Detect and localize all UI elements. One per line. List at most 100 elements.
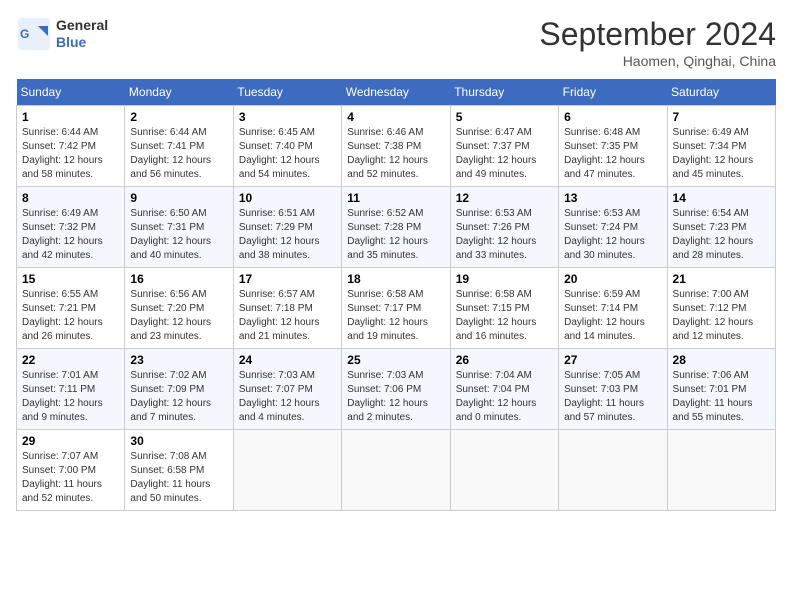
day-info: Sunrise: 7:07 AM Sunset: 7:00 PM Dayligh…: [22, 450, 119, 506]
table-row: 29 Sunrise: 7:07 AM Sunset: 7:00 PM Dayli…: [17, 430, 125, 511]
table-row: [342, 430, 450, 511]
day-number: 23: [130, 353, 227, 367]
table-row: 27 Sunrise: 7:05 AM Sunset: 7:03 PM Dayli…: [559, 349, 667, 430]
table-row: 7 Sunrise: 6:49 AM Sunset: 7:34 PM Daylig…: [667, 106, 775, 187]
table-row: 11Sunrise: 6:52 AM Sunset: 7:28 PM Dayli…: [342, 187, 450, 268]
title-block: September 2024 Haomen, Qinghai, China: [539, 16, 776, 69]
logo-text: General Blue: [56, 17, 108, 51]
day-info: Sunrise: 6:44 AM Sunset: 7:42 PM Dayligh…: [22, 126, 119, 182]
day-info: Sunrise: 6:47 AM Sunset: 7:37 PM Dayligh…: [456, 126, 553, 182]
day-info: Sunrise: 6:50 AM Sunset: 7:31 PM Dayligh…: [130, 207, 227, 263]
day-number: 10: [239, 191, 336, 205]
table-row: 4 Sunrise: 6:46 AM Sunset: 7:38 PM Daylig…: [342, 106, 450, 187]
calendar-row: 22 Sunrise: 7:01 AM Sunset: 7:11 PM Dayli…: [17, 349, 776, 430]
table-row: 10 Sunrise: 6:51 AM Sunset: 7:29 PM Dayli…: [233, 187, 341, 268]
day-info: Sunrise: 6:49 AM Sunset: 7:32 PM Dayligh…: [22, 207, 119, 263]
day-number: 26: [456, 353, 553, 367]
day-info: Sunrise: 6:46 AM Sunset: 7:38 PM Dayligh…: [347, 126, 444, 182]
day-number: 21: [673, 272, 770, 286]
col-sunday: Sunday: [17, 79, 125, 106]
day-number: 20: [564, 272, 661, 286]
day-number: 6: [564, 110, 661, 124]
table-row: 23 Sunrise: 7:02 AM Sunset: 7:09 PM Dayli…: [125, 349, 233, 430]
day-info: Sunrise: 7:04 AM Sunset: 7:04 PM Dayligh…: [456, 369, 553, 425]
day-info: Sunrise: 6:51 AM Sunset: 7:29 PM Dayligh…: [239, 207, 336, 263]
day-number: 29: [22, 434, 119, 448]
table-row: 6 Sunrise: 6:48 AM Sunset: 7:35 PM Daylig…: [559, 106, 667, 187]
day-number: 17: [239, 272, 336, 286]
day-info: Sunrise: 7:05 AM Sunset: 7:03 PM Dayligh…: [564, 369, 661, 425]
day-info: Sunrise: 7:06 AM Sunset: 7:01 PM Dayligh…: [673, 369, 770, 425]
table-row: 16 Sunrise: 6:56 AM Sunset: 7:20 PM Dayli…: [125, 268, 233, 349]
calendar-row: 8 Sunrise: 6:49 AM Sunset: 7:32 PM Daylig…: [17, 187, 776, 268]
table-row: 28 Sunrise: 7:06 AM Sunset: 7:01 PM Dayli…: [667, 349, 775, 430]
calendar-row: 29 Sunrise: 7:07 AM Sunset: 7:00 PM Dayli…: [17, 430, 776, 511]
table-row: 22 Sunrise: 7:01 AM Sunset: 7:11 PM Dayli…: [17, 349, 125, 430]
table-row: 8 Sunrise: 6:49 AM Sunset: 7:32 PM Daylig…: [17, 187, 125, 268]
table-row: 20Sunrise: 6:59 AM Sunset: 7:14 PM Dayli…: [559, 268, 667, 349]
col-tuesday: Tuesday: [233, 79, 341, 106]
page-header: G General Blue September 2024 Haomen, Qi…: [16, 16, 776, 69]
table-row: 2Sunrise: 6:44 AM Sunset: 7:41 PM Daylig…: [125, 106, 233, 187]
table-row: 1 Sunrise: 6:44 AM Sunset: 7:42 PM Daylig…: [17, 106, 125, 187]
day-number: 7: [673, 110, 770, 124]
day-info: Sunrise: 6:55 AM Sunset: 7:21 PM Dayligh…: [22, 288, 119, 344]
calendar-header-row: Sunday Monday Tuesday Wednesday Thursday…: [17, 79, 776, 106]
day-info: Sunrise: 6:54 AM Sunset: 7:23 PM Dayligh…: [673, 207, 770, 263]
table-row: 30Sunrise: 7:08 AM Sunset: 6:58 PM Dayli…: [125, 430, 233, 511]
logo-icon: G: [16, 16, 52, 52]
table-row: 3 Sunrise: 6:45 AM Sunset: 7:40 PM Daylig…: [233, 106, 341, 187]
col-monday: Monday: [125, 79, 233, 106]
table-row: 19 Sunrise: 6:58 AM Sunset: 7:15 PM Dayli…: [450, 268, 558, 349]
day-info: Sunrise: 6:56 AM Sunset: 7:20 PM Dayligh…: [130, 288, 227, 344]
day-info: Sunrise: 6:58 AM Sunset: 7:17 PM Dayligh…: [347, 288, 444, 344]
day-info: Sunrise: 7:03 AM Sunset: 7:07 PM Dayligh…: [239, 369, 336, 425]
day-number: 5: [456, 110, 553, 124]
day-number: 16: [130, 272, 227, 286]
day-info: Sunrise: 6:48 AM Sunset: 7:35 PM Dayligh…: [564, 126, 661, 182]
day-info: Sunrise: 6:44 AM Sunset: 7:41 PM Dayligh…: [130, 126, 227, 182]
table-row: [667, 430, 775, 511]
col-wednesday: Wednesday: [342, 79, 450, 106]
day-number: 12: [456, 191, 553, 205]
col-thursday: Thursday: [450, 79, 558, 106]
day-info: Sunrise: 6:53 AM Sunset: 7:24 PM Dayligh…: [564, 207, 661, 263]
day-number: 3: [239, 110, 336, 124]
day-info: Sunrise: 7:03 AM Sunset: 7:06 PM Dayligh…: [347, 369, 444, 425]
calendar-row: 1 Sunrise: 6:44 AM Sunset: 7:42 PM Daylig…: [17, 106, 776, 187]
day-number: 24: [239, 353, 336, 367]
table-row: 17 Sunrise: 6:57 AM Sunset: 7:18 PM Dayli…: [233, 268, 341, 349]
day-number: 4: [347, 110, 444, 124]
day-number: 25: [347, 353, 444, 367]
day-number: 19: [456, 272, 553, 286]
table-row: [233, 430, 341, 511]
day-number: 8: [22, 191, 119, 205]
day-number: 9: [130, 191, 227, 205]
day-info: Sunrise: 7:01 AM Sunset: 7:11 PM Dayligh…: [22, 369, 119, 425]
day-info: Sunrise: 6:58 AM Sunset: 7:15 PM Dayligh…: [456, 288, 553, 344]
logo: G General Blue: [16, 16, 108, 52]
day-number: 1: [22, 110, 119, 124]
day-number: 28: [673, 353, 770, 367]
table-row: 12Sunrise: 6:53 AM Sunset: 7:26 PM Dayli…: [450, 187, 558, 268]
day-info: Sunrise: 6:49 AM Sunset: 7:34 PM Dayligh…: [673, 126, 770, 182]
logo-line1: General: [56, 17, 108, 34]
day-info: Sunrise: 6:57 AM Sunset: 7:18 PM Dayligh…: [239, 288, 336, 344]
month-title: September 2024: [539, 16, 776, 53]
col-friday: Friday: [559, 79, 667, 106]
table-row: 26 Sunrise: 7:04 AM Sunset: 7:04 PM Dayli…: [450, 349, 558, 430]
location-title: Haomen, Qinghai, China: [539, 53, 776, 69]
day-info: Sunrise: 7:00 AM Sunset: 7:12 PM Dayligh…: [673, 288, 770, 344]
day-number: 22: [22, 353, 119, 367]
table-row: 15Sunrise: 6:55 AM Sunset: 7:21 PM Dayli…: [17, 268, 125, 349]
day-info: Sunrise: 7:02 AM Sunset: 7:09 PM Dayligh…: [130, 369, 227, 425]
table-row: 18Sunrise: 6:58 AM Sunset: 7:17 PM Dayli…: [342, 268, 450, 349]
day-number: 27: [564, 353, 661, 367]
col-saturday: Saturday: [667, 79, 775, 106]
table-row: 9 Sunrise: 6:50 AM Sunset: 7:31 PM Daylig…: [125, 187, 233, 268]
day-info: Sunrise: 6:52 AM Sunset: 7:28 PM Dayligh…: [347, 207, 444, 263]
day-info: Sunrise: 6:45 AM Sunset: 7:40 PM Dayligh…: [239, 126, 336, 182]
day-number: 14: [673, 191, 770, 205]
calendar-row: 15Sunrise: 6:55 AM Sunset: 7:21 PM Dayli…: [17, 268, 776, 349]
table-row: 5 Sunrise: 6:47 AM Sunset: 7:37 PM Daylig…: [450, 106, 558, 187]
